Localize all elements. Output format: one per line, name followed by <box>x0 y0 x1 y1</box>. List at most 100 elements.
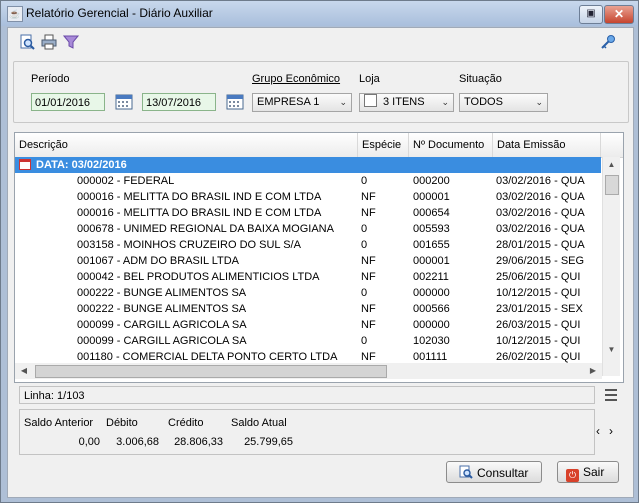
cell-esp: NF <box>361 271 376 283</box>
cell-doc: 000654 <box>413 207 450 219</box>
situacao-value: TODOS <box>464 96 503 108</box>
consultar-label: Consultar <box>477 466 529 480</box>
saldo-atual-value: 25.799,65 <box>244 436 293 448</box>
calendar-to-icon[interactable] <box>225 93 245 111</box>
checkbox-icon[interactable] <box>364 94 377 107</box>
close-button[interactable]: ✕ <box>604 5 634 24</box>
key-icon[interactable] <box>599 33 617 51</box>
cell-data: 10/12/2015 - QUI <box>496 335 581 347</box>
cell-esp: NF <box>361 255 376 267</box>
table-row[interactable]: 000002 - FEDERAL 0 000200 03/02/2016 - QUA <box>15 173 601 189</box>
scroll-thumb[interactable] <box>605 175 619 195</box>
col-header-especie[interactable]: Espécie <box>358 133 409 157</box>
cell-desc: 000002 - FEDERAL <box>77 175 175 187</box>
cell-desc: 000016 - MELITTA DO BRASIL IND E COM LTD… <box>77 207 322 219</box>
cell-desc: 000042 - BEL PRODUTOS ALIMENTICIOS LTDA <box>77 271 320 283</box>
table-row[interactable]: 000099 - CARGILL AGRICOLA SA NF 000000 26/0… <box>15 317 601 333</box>
table-row[interactable]: 000016 - MELITTA DO BRASIL IND E COM LTD… <box>15 189 601 205</box>
app-icon: ☕ <box>7 6 23 22</box>
menu-lines-icon[interactable] <box>605 389 617 401</box>
cell-doc: 000000 <box>413 319 450 331</box>
group-row[interactable]: DATA: 03/02/2016 <box>15 157 601 173</box>
cell-desc: 000099 - CARGILL AGRICOLA SA <box>77 335 247 347</box>
sair-label: Sair <box>583 465 605 479</box>
next-arrow-icon[interactable]: › <box>609 424 613 438</box>
group-label: DATA: 03/02/2016 <box>36 159 127 171</box>
cell-doc: 005593 <box>413 223 450 235</box>
scroll-left-icon[interactable]: ◀ <box>17 363 31 379</box>
table-row[interactable]: 000016 - MELITTA DO BRASIL IND E COM LTD… <box>15 205 601 221</box>
cell-desc: 000222 - BUNGE ALIMENTOS SA <box>77 287 247 299</box>
cell-doc: 000000 <box>413 287 450 299</box>
debito-label: Débito <box>106 417 138 429</box>
search-doc-icon[interactable] <box>18 33 36 51</box>
table-row[interactable]: 003158 - MOINHOS CRUZEIRO DO SUL S/A 0 001… <box>15 237 601 253</box>
window-title: Relatório Gerencial - Diário Auxiliar <box>26 6 213 20</box>
cell-esp: 0 <box>361 239 368 251</box>
table-row[interactable]: 001067 - ADM DO BRASIL LTDA NF 000001 29/06… <box>15 253 601 269</box>
cell-esp: NF <box>361 303 376 315</box>
loja-select[interactable]: 3 ITENS ⌄ <box>359 93 454 112</box>
date-from-field[interactable]: 01/01/2016 <box>31 93 105 111</box>
consultar-button[interactable]: Consultar <box>446 461 542 483</box>
cell-desc: 000099 - CARGILL AGRICOLA SA <box>77 319 247 331</box>
cell-esp: NF <box>361 319 376 331</box>
cell-esp: 0 <box>361 175 368 187</box>
loja-value: 3 ITENS <box>383 96 425 108</box>
hscroll-thumb[interactable] <box>35 365 387 378</box>
totals-panel: Saldo Anterior Débito Crédito Saldo Atua… <box>19 409 595 455</box>
cell-data: 03/02/2016 - QUA <box>496 191 585 203</box>
table-row[interactable]: 000222 - BUNGE ALIMENTOS SA NF 000566 23/01… <box>15 301 601 317</box>
cell-data: 29/06/2015 - SEG <box>496 255 585 267</box>
date-to-field[interactable]: 13/07/2016 <box>142 93 216 111</box>
title-bar[interactable]: ☕ Relatório Gerencial - Diário Auxiliar … <box>1 1 638 26</box>
table-row[interactable]: 000042 - BEL PRODUTOS ALIMENTICIOS LTDA N… <box>15 269 601 285</box>
cell-esp: 0 <box>361 287 368 299</box>
search-icon <box>459 465 473 479</box>
col-header-documento[interactable]: Nº Documento <box>409 133 493 157</box>
cell-data: 25/06/2015 - QUI <box>496 271 581 283</box>
filter-panel <box>13 61 629 123</box>
col-header-descricao[interactable]: Descrição <box>15 133 358 157</box>
scroll-up-icon[interactable]: ▲ <box>603 157 620 173</box>
saldo-anterior-label: Saldo Anterior <box>24 417 94 429</box>
chevron-down-icon: ⌄ <box>535 97 543 107</box>
cell-data: 28/01/2015 - QUA <box>496 239 585 251</box>
cell-doc: 000001 <box>413 191 450 203</box>
table-row[interactable]: 000678 - UNIMED REGIONAL DA BAIXA MOGIAN… <box>15 221 601 237</box>
table-row[interactable]: 000099 - CARGILL AGRICOLA SA 0 102030 10/12… <box>15 333 601 349</box>
grupo-economico-select[interactable]: EMPRESA 1 ⌄ <box>252 93 352 112</box>
cell-esp: 0 <box>361 335 368 347</box>
scroll-down-icon[interactable]: ▼ <box>603 342 620 358</box>
cell-doc: 102030 <box>413 335 450 347</box>
cell-desc: 000016 - MELITTA DO BRASIL IND E COM LTD… <box>77 191 322 203</box>
horizontal-scrollbar[interactable]: ◀ ▶ <box>15 363 602 379</box>
periodo-label: Período <box>31 73 70 85</box>
cell-desc: 003158 - MOINHOS CRUZEIRO DO SUL S/A <box>77 239 301 251</box>
col-header-data-emissao[interactable]: Data Emissão <box>493 133 601 157</box>
cell-desc: 000678 - UNIMED REGIONAL DA BAIXA MOGIAN… <box>77 223 334 235</box>
data-grid: Descrição Espécie Nº Documento Data Emis… <box>14 132 624 383</box>
grupo-economico-value: EMPRESA 1 <box>257 96 320 108</box>
cell-doc: 000566 <box>413 303 450 315</box>
filter-icon[interactable] <box>62 33 80 51</box>
prev-arrow-icon[interactable]: ‹ <box>596 424 600 438</box>
row-counter: Linha: 1/103 <box>19 386 595 404</box>
cell-data: 03/02/2016 - QUA <box>496 207 585 219</box>
situacao-select[interactable]: TODOS ⌄ <box>459 93 548 112</box>
credito-label: Crédito <box>168 417 204 429</box>
restore-button[interactable]: ▣ <box>579 5 603 24</box>
calendar-from-icon[interactable] <box>114 93 134 111</box>
cell-data: 03/02/2016 - QUA <box>496 223 585 235</box>
sair-button[interactable]: ⏻ Sair <box>557 461 619 483</box>
saldo-atual-label: Saldo Atual <box>231 417 287 429</box>
cell-esp: NF <box>361 207 376 219</box>
scroll-right-icon[interactable]: ▶ <box>586 363 600 379</box>
print-icon[interactable] <box>40 33 58 51</box>
cell-data: 23/01/2015 - SEX <box>496 303 583 315</box>
situacao-label: Situação <box>459 73 502 85</box>
table-row[interactable]: 000222 - BUNGE ALIMENTOS SA 0 000000 10/12/… <box>15 285 601 301</box>
cell-data: 10/12/2015 - QUI <box>496 287 581 299</box>
vertical-scrollbar[interactable]: ▲ ▼ <box>602 157 620 376</box>
debito-value: 3.006,68 <box>116 436 159 448</box>
